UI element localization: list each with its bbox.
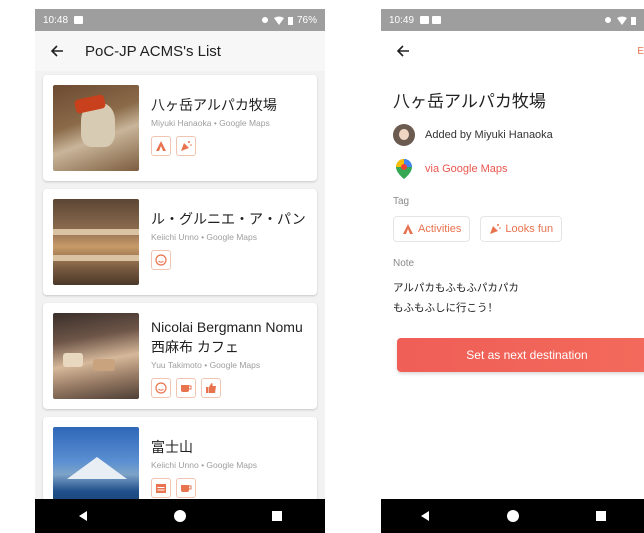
tag-icons <box>151 478 307 498</box>
cup-icon <box>176 378 196 398</box>
wifi-icon <box>617 16 627 25</box>
note-text: アルパカもふもふパカパカ もふもふしに行こう！ <box>393 278 632 318</box>
confetti-icon <box>176 136 196 156</box>
place-name: 富士山 <box>151 439 193 455</box>
tag-chip-label: Looks fun <box>505 223 554 235</box>
list-item[interactable]: ル・グルニエ・ア・パン Keiichi Unno • Google Maps <box>43 189 317 295</box>
calendar-icon <box>151 478 171 498</box>
note-label: Note <box>393 258 415 269</box>
nav-recents-icon[interactable] <box>271 510 283 522</box>
google-maps-icon <box>393 158 415 180</box>
nav-back-icon[interactable] <box>77 510 89 522</box>
app-bar: PoC-JP ACMS's List <box>35 31 325 71</box>
list-item[interactable]: Nicolai Bergmann Nomu 西麻布 カフェ Yuu Takimo… <box>43 303 317 409</box>
tag-icons <box>151 250 307 270</box>
smiley-icon <box>151 250 171 270</box>
note-line: アルパカもふもふパカパカ <box>393 282 519 294</box>
activities-icon <box>403 224 413 234</box>
wifi-icon <box>273 16 284 25</box>
tag-icons <box>151 378 307 398</box>
place-list[interactable]: 八ヶ岳アルパカ牧場 Miyuki Hanaoka • Google Maps ル… <box>35 71 325 507</box>
tag-chips: Activities Looks fun <box>393 216 632 242</box>
system-nav-bar <box>381 499 644 533</box>
status-bar: 10:48 76% <box>35 9 325 31</box>
place-name: 八ヶ岳アルパカ牧場 <box>151 97 277 113</box>
tag-chip-looks-fun[interactable]: Looks fun <box>480 216 563 242</box>
nav-recents-icon[interactable] <box>595 510 607 522</box>
notification-icon <box>420 16 430 24</box>
page-title: PoC-JP ACMS's List <box>85 42 221 60</box>
back-arrow-icon[interactable] <box>47 41 67 61</box>
place-name: ル・グルニエ・ア・パン <box>151 211 306 227</box>
nav-back-icon[interactable] <box>419 510 431 522</box>
place-name: Nicolai Bergmann Nomu 西麻布 カフェ <box>151 319 303 355</box>
place-thumbnail <box>53 85 139 171</box>
tag-icons <box>151 136 307 156</box>
place-thumbnail <box>53 427 139 507</box>
back-arrow-icon[interactable] <box>393 41 413 61</box>
place-title: 八ヶ岳アルパカ牧場 <box>393 92 546 111</box>
nav-home-icon[interactable] <box>173 509 187 523</box>
app-bar <box>381 31 644 71</box>
list-screen: 10:48 76% PoC-JP ACMS's List 八ヶ岳アルパカ牧場 M… <box>35 9 325 533</box>
added-by-text: Added by Miyuki Hanaoka <box>425 129 553 141</box>
calendar-notification-icon <box>74 16 84 24</box>
calendar-notification-icon <box>432 16 442 24</box>
list-item[interactable]: 八ヶ岳アルパカ牧場 Miyuki Hanaoka • Google Maps <box>43 75 317 181</box>
note-line: もふもふしに行こう！ <box>393 302 498 314</box>
place-thumbnail <box>53 313 139 399</box>
tag-label: Tag <box>393 196 410 207</box>
battery-icon <box>631 16 636 25</box>
status-time: 10:48 <box>43 14 69 26</box>
via-row[interactable]: via Google Maps <box>393 158 632 180</box>
place-source: Yuu Takimoto • Google Maps <box>151 360 261 370</box>
place-source: Keiichi Unno • Google Maps <box>151 232 257 242</box>
battery-icon <box>287 16 293 25</box>
place-source: Miyuki Hanaoka • Google Maps <box>151 118 270 128</box>
tag-chip-label: Activities <box>418 223 462 235</box>
system-nav-bar <box>35 499 325 533</box>
status-time: 10:49 <box>389 14 415 26</box>
thumbs-up-icon <box>201 378 221 398</box>
via-google-maps-link[interactable]: via Google Maps <box>425 163 508 175</box>
status-bar: 10:49 <box>381 9 644 31</box>
edit-button[interactable]: E <box>637 46 644 57</box>
added-by-row: Added by Miyuki Hanaoka <box>393 124 632 146</box>
detail-screen: 10:49 E 八ヶ岳アルパカ牧場 Added by Miyuki Hanaok… <box>381 9 644 533</box>
set-next-destination-button[interactable]: Set as next destination <box>397 338 644 372</box>
activities-icon <box>151 136 171 156</box>
place-source: Keiichi Unno • Google Maps <box>151 460 257 470</box>
avatar <box>393 124 415 146</box>
vibrate-icon <box>261 17 268 23</box>
tag-chip-activities[interactable]: Activities <box>393 216 471 242</box>
smiley-icon <box>151 378 171 398</box>
confetti-icon <box>490 224 502 234</box>
place-detail: 八ヶ岳アルパカ牧場 Added by Miyuki Hanaoka via Go… <box>381 87 644 318</box>
vibrate-icon <box>605 17 611 23</box>
place-thumbnail <box>53 199 139 285</box>
list-item[interactable]: 富士山 Keiichi Unno • Google Maps <box>43 417 317 507</box>
battery-percent: 76% <box>296 14 317 26</box>
cup-icon <box>176 478 196 498</box>
nav-home-icon[interactable] <box>506 509 520 523</box>
